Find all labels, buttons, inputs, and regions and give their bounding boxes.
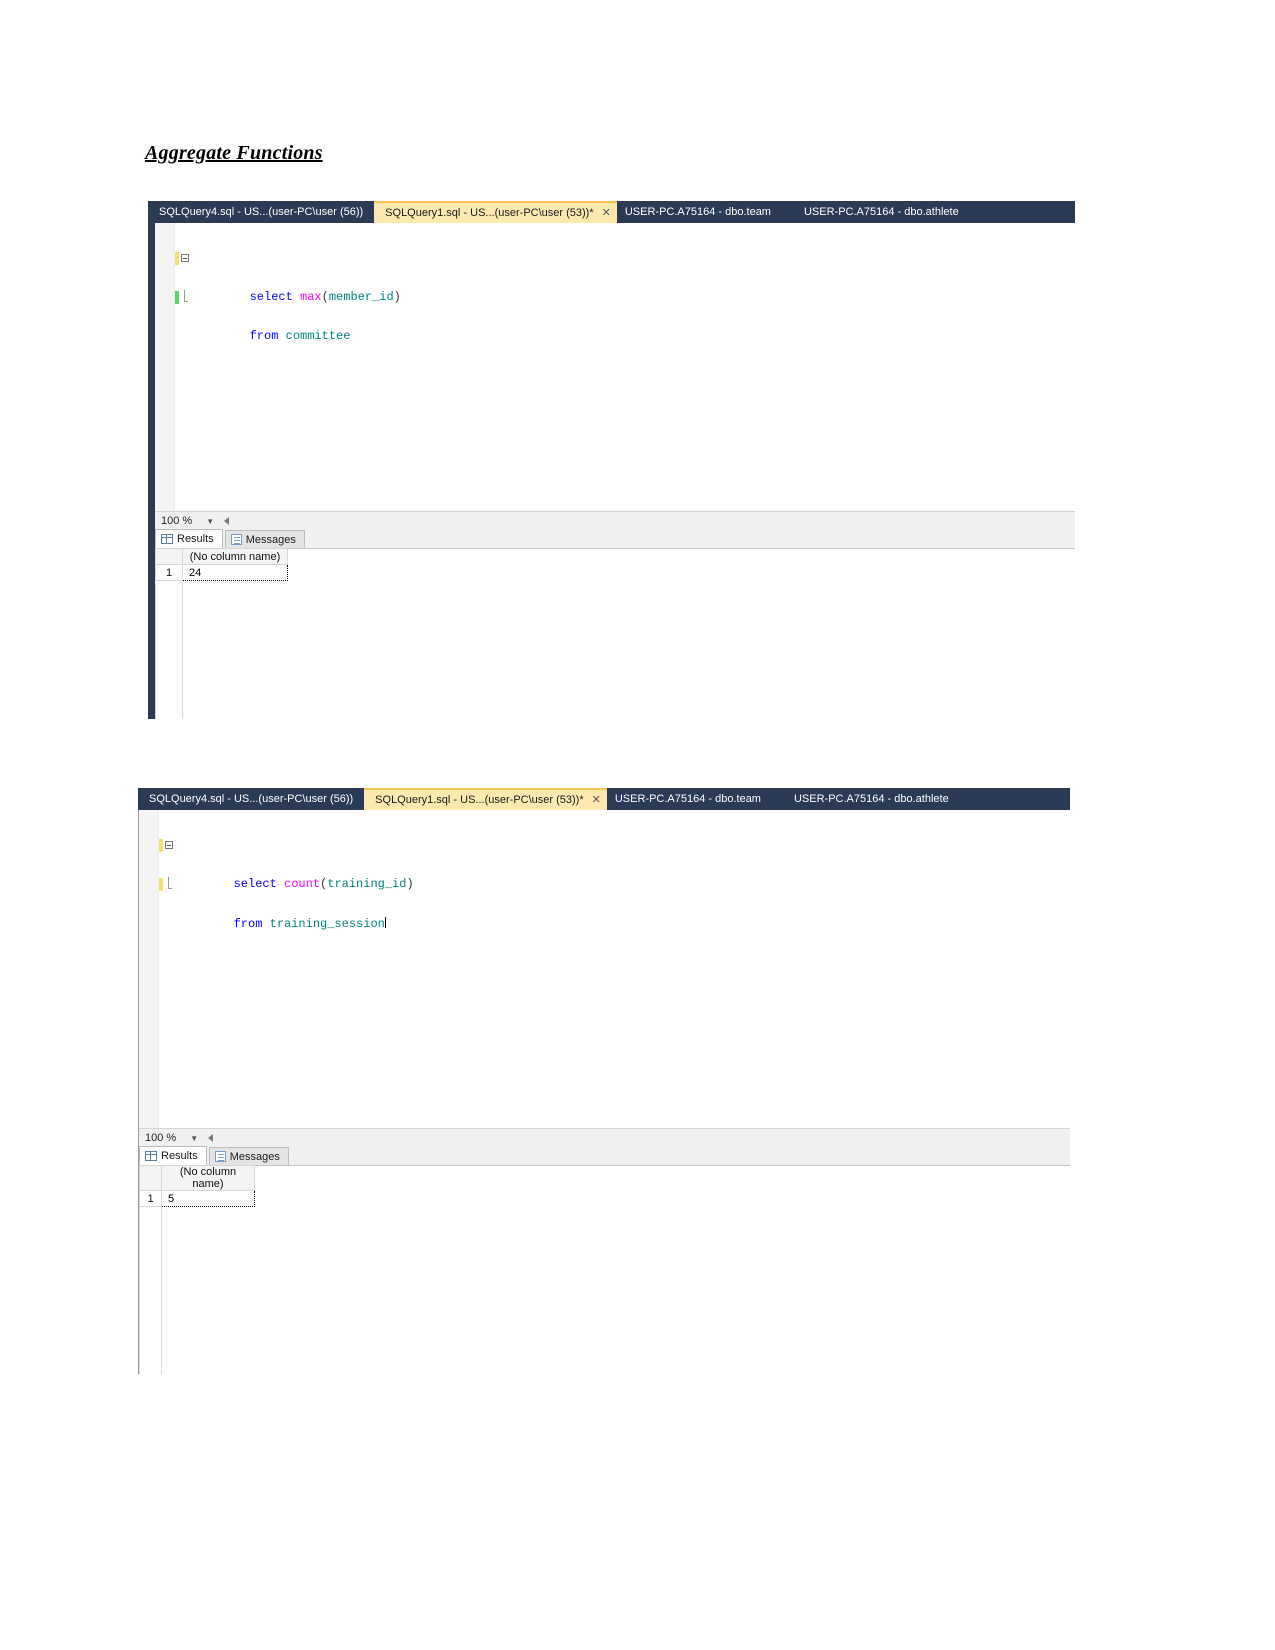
close-icon[interactable]: ✕ [592, 794, 601, 806]
editor-tab-dbo-athlete[interactable]: USER-PC.A75164 - dbo.athlete [772, 788, 960, 810]
sql-identifier: training_session [269, 917, 385, 931]
code-line-2: from committee [175, 290, 1075, 343]
ssms-window-1: SQLQuery4.sql - US...(user-PC\user (56))… [148, 201, 1075, 719]
row-number[interactable]: 1 [139, 1190, 162, 1207]
editor-tab-sqlquery1[interactable]: SQLQuery1.sql - US...(user-PC\user (53))… [374, 201, 617, 223]
tab-results-label: Results [177, 533, 214, 545]
editor-tab-dbo-team[interactable]: USER-PC.A75164 - dbo.team [617, 201, 782, 223]
window-left-rail [148, 201, 155, 719]
scroll-left-icon[interactable] [208, 1134, 214, 1142]
ssms-window-2: SQLQuery4.sql - US...(user-PC\user (56))… [138, 788, 1070, 1374]
editor-tab-label: SQLQuery1.sql - US...(user-PC\user (53))… [375, 794, 584, 806]
sql-keyword: from [233, 917, 263, 931]
space-2 [262, 917, 269, 931]
grid-icon [161, 534, 173, 544]
code-line-1: select count(training_id) [159, 839, 1070, 891]
grid-guide-line [161, 1200, 162, 1374]
results-grid-1[interactable]: (No column name) 1 24 [155, 548, 288, 581]
chevron-down-icon[interactable]: ▼ [206, 517, 214, 526]
text-cursor [384, 917, 386, 928]
grid-icon [145, 1151, 157, 1161]
editor-gutter [139, 810, 159, 1128]
code-line-2: from training_session [159, 877, 1070, 931]
row-number[interactable]: 1 [155, 564, 183, 581]
column-header[interactable]: (No column name) [182, 548, 288, 565]
sql-editor-2[interactable]: select count(training_id) from training_… [139, 810, 1070, 1129]
editor-tab-sqlquery4[interactable]: SQLQuery4.sql - US...(user-PC\user (56)) [138, 788, 364, 810]
editor-tab-label: SQLQuery4.sql - US...(user-PC\user (56)) [149, 793, 354, 805]
cell-value[interactable]: 24 [182, 564, 288, 581]
editor-zoom-bar-1[interactable]: 100 % ▼ [155, 511, 1075, 530]
results-pane-2: Results Messages (No column name) 1 5 [139, 1146, 1070, 1374]
tab-messages[interactable]: Messages [224, 530, 305, 548]
grid-guide-line [182, 583, 183, 719]
editor-tab-label: USER-PC.A75164 - dbo.team [624, 206, 771, 218]
message-icon [230, 534, 242, 545]
change-indicator-icon [159, 878, 163, 891]
results-pane-1: Results Messages (No column name) 1 24 [155, 529, 1075, 719]
outline-bracket-icon [168, 877, 172, 889]
code-line-1: select max(member_id) [175, 252, 1075, 304]
sql-code-2[interactable]: select count(training_id) from training_… [159, 813, 1070, 931]
zoom-level-label: 100 % [161, 515, 193, 527]
editor-tab-dbo-athlete[interactable]: USER-PC.A75164 - dbo.athlete [782, 201, 970, 223]
tab-messages-label: Messages [245, 533, 296, 546]
sql-code-1[interactable]: select max(member_id) from committee [175, 226, 1075, 343]
editor-tab-sqlquery4[interactable]: SQLQuery4.sql - US...(user-PC\user (56)) [148, 201, 374, 223]
outline-collapse-icon[interactable] [181, 254, 189, 262]
scroll-left-icon[interactable] [224, 517, 230, 525]
zoom-level-label: 100 % [145, 1132, 177, 1144]
editor-tab-label: USER-PC.A75164 - dbo.athlete [793, 793, 949, 805]
close-icon[interactable]: ✕ [602, 207, 611, 219]
results-tab-strip-1: Results Messages [155, 529, 1075, 549]
grid-corner-cell[interactable] [155, 548, 183, 565]
results-tab-strip-2: Results Messages [139, 1146, 1070, 1166]
page-title: Aggregate Functions [145, 142, 323, 164]
tab-results[interactable]: Results [155, 529, 223, 548]
outline-bracket-icon [184, 290, 188, 302]
change-indicator-icon [159, 839, 163, 852]
editor-tab-dbo-team[interactable]: USER-PC.A75164 - dbo.team [607, 788, 772, 810]
change-indicator-icon [175, 252, 179, 265]
editor-tab-strip-2: SQLQuery4.sql - US...(user-PC\user (56))… [138, 788, 1070, 810]
grid-corner-cell[interactable] [139, 1165, 162, 1191]
chevron-down-icon[interactable]: ▼ [190, 1134, 198, 1143]
cell-value[interactable]: 5 [161, 1190, 255, 1207]
table-header-row: (No column name) [139, 1165, 255, 1191]
grid-guide-line [139, 1200, 140, 1374]
editor-tab-label: USER-PC.A75164 - dbo.team [614, 793, 761, 805]
tab-results[interactable]: Results [139, 1146, 207, 1165]
outline-collapse-icon[interactable] [165, 841, 173, 849]
results-grid-2[interactable]: (No column name) 1 5 [139, 1165, 255, 1207]
table-row[interactable]: 1 5 [139, 1190, 255, 1207]
tab-messages-label: Messages [229, 1150, 280, 1163]
editor-zoom-bar-2[interactable]: 100 % ▼ [139, 1128, 1070, 1147]
editor-tab-strip-1: SQLQuery4.sql - US...(user-PC\user (56))… [148, 201, 1075, 223]
grid-guide-line [155, 583, 156, 719]
editor-gutter [155, 223, 175, 511]
change-indicator-icon [175, 291, 179, 304]
sql-keyword: from [249, 329, 279, 343]
tab-messages[interactable]: Messages [208, 1147, 289, 1165]
editor-tab-sqlquery1[interactable]: SQLQuery1.sql - US...(user-PC\user (53))… [364, 788, 607, 810]
column-header[interactable]: (No column name) [161, 1165, 255, 1191]
editor-tab-label: SQLQuery4.sql - US...(user-PC\user (56)) [159, 206, 364, 218]
sql-editor-1[interactable]: select max(member_id) from committee [155, 223, 1075, 512]
editor-tab-label: USER-PC.A75164 - dbo.athlete [803, 206, 959, 218]
tab-results-label: Results [161, 1150, 198, 1162]
table-row[interactable]: 1 24 [155, 564, 288, 581]
editor-tab-label: SQLQuery1.sql - US...(user-PC\user (53))… [385, 207, 594, 219]
message-icon [214, 1151, 226, 1162]
table-header-row: (No column name) [155, 548, 288, 565]
sql-identifier: committee [285, 329, 351, 343]
space-2 [278, 329, 285, 343]
